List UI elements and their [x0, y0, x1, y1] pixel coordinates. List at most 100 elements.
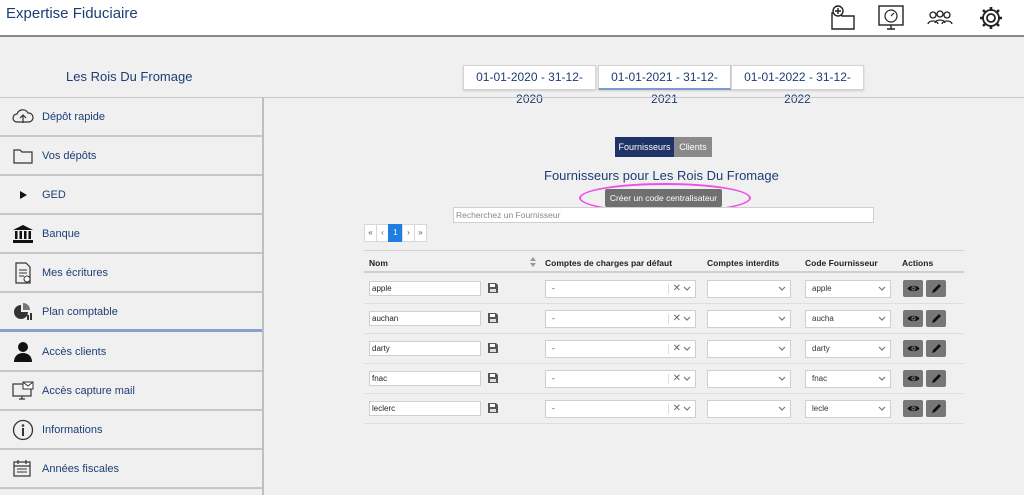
mail-capture-icon — [11, 380, 35, 402]
fiscal-year-2020[interactable]: 01-01-2020 - 31-12-2020 — [463, 65, 596, 106]
top-bar: Expertise Fiduciaire — [0, 0, 1024, 37]
pencil-icon — [931, 404, 941, 413]
col-header-forbidden-accounts: Comptes interdits — [707, 258, 780, 268]
view-button[interactable] — [903, 340, 923, 357]
col-header-supplier-code: Code Fournisseur — [805, 258, 878, 268]
supplier-name-input[interactable]: fnac — [369, 371, 481, 386]
save-icon[interactable] — [488, 403, 498, 413]
chevron-down-icon — [683, 316, 691, 321]
dashboard-icon[interactable] — [874, 2, 908, 34]
search-input[interactable] — [453, 207, 874, 223]
chevron-down-icon — [683, 376, 691, 381]
default-account-select[interactable]: - ✕ — [545, 370, 696, 388]
edit-button[interactable] — [926, 370, 946, 387]
forbidden-accounts-select[interactable] — [707, 370, 791, 388]
pencil-icon — [931, 314, 941, 323]
tab-fournisseurs[interactable]: Fournisseurs — [615, 137, 674, 157]
page-current-button[interactable]: 1 — [388, 224, 403, 242]
supplier-code-select[interactable]: apple — [805, 280, 891, 298]
fiscal-year-2022[interactable]: 01-01-2022 - 31-12-2022 — [731, 65, 864, 106]
supplier-code-value: apple — [812, 284, 832, 293]
chevron-down-icon — [878, 346, 886, 351]
forbidden-accounts-select[interactable] — [707, 340, 791, 358]
sidebar-item-acces-capture-mail[interactable]: Accès capture mail — [0, 372, 262, 411]
sidebar-item-banque[interactable]: Banque — [0, 215, 262, 254]
folder-add-icon[interactable] — [826, 2, 860, 34]
default-account-select[interactable]: - ✕ — [545, 280, 696, 298]
view-button[interactable] — [903, 370, 923, 387]
create-central-code-button[interactable]: Créer un code centralisateur — [605, 189, 722, 207]
sidebar-item-ged[interactable]: GED — [0, 176, 262, 215]
default-account-value: - — [552, 314, 555, 323]
clear-icon[interactable]: ✕ — [673, 341, 681, 357]
supplier-name-input[interactable]: leclerc — [369, 401, 481, 416]
save-icon[interactable] — [488, 373, 498, 383]
table-row: fnac - ✕ fnac — [364, 364, 964, 394]
calendar-icon — [11, 458, 35, 480]
clear-icon[interactable]: ✕ — [673, 371, 681, 387]
sidebar-item-label: Mes écritures — [42, 267, 109, 279]
sidebar-item-label: Accès clients — [42, 346, 107, 358]
supplier-code-value: darty — [812, 344, 830, 353]
view-button[interactable] — [903, 310, 923, 327]
default-account-select[interactable]: - ✕ — [545, 310, 696, 328]
page-title: Fournisseurs pour Les Rois Du Fromage — [544, 168, 779, 183]
supplier-name-input[interactable]: apple — [369, 281, 481, 296]
sidebar-item-label: Années fiscales — [42, 463, 120, 475]
document-icon — [11, 262, 35, 284]
sidebar-item-mes-ecritures[interactable]: Mes écritures — [0, 254, 262, 293]
info-icon — [11, 419, 35, 441]
supplier-name-input[interactable]: auchan — [369, 311, 481, 326]
clear-icon[interactable]: ✕ — [673, 281, 681, 297]
default-account-select[interactable]: - ✕ — [545, 400, 696, 418]
tab-clients[interactable]: Clients — [674, 137, 712, 157]
pencil-icon — [931, 344, 941, 353]
select-separator — [668, 344, 669, 354]
sidebar-item-label: Informations — [42, 424, 103, 436]
sidebar-item-acces-clients[interactable]: Accès clients — [0, 333, 262, 372]
supplier-code-value: lecle — [812, 404, 829, 413]
chevron-down-icon — [778, 346, 786, 351]
table-row: apple - ✕ apple — [364, 274, 964, 304]
cloud-upload-icon — [11, 106, 35, 128]
eye-icon — [907, 315, 919, 322]
users-icon[interactable] — [923, 2, 957, 34]
fiscal-year-2021[interactable]: 01-01-2021 - 31-12-2021 — [598, 65, 731, 106]
supplier-name-input[interactable]: darty — [369, 341, 481, 356]
page-last-button[interactable]: » — [414, 224, 427, 242]
chevron-down-icon — [878, 406, 886, 411]
sidebar-item-plan-comptable[interactable]: Plan comptable — [0, 293, 262, 332]
forbidden-accounts-select[interactable] — [707, 280, 791, 298]
sidebar-item-label: Plan comptable — [42, 306, 118, 318]
supplier-code-select[interactable]: lecle — [805, 400, 891, 418]
forbidden-accounts-select[interactable] — [707, 400, 791, 418]
sidebar-item-annees-fiscales[interactable]: Années fiscales — [0, 450, 262, 489]
col-header-name[interactable]: Nom — [369, 258, 388, 268]
default-account-select[interactable]: - ✕ — [545, 340, 696, 358]
save-icon[interactable] — [488, 313, 498, 323]
supplier-code-select[interactable]: aucha — [805, 310, 891, 328]
company-name: Les Rois Du Fromage — [66, 69, 193, 84]
sidebar-item-depot-rapide[interactable]: Dépôt rapide — [0, 98, 262, 137]
supplier-code-select[interactable]: fnac — [805, 370, 891, 388]
view-button[interactable] — [903, 280, 923, 297]
play-icon — [11, 184, 35, 206]
view-button[interactable] — [903, 400, 923, 417]
chevron-down-icon — [778, 316, 786, 321]
sidebar-item-vos-depots[interactable]: Vos dépôts — [0, 137, 262, 176]
gear-icon[interactable] — [974, 2, 1008, 34]
edit-button[interactable] — [926, 310, 946, 327]
edit-button[interactable] — [926, 400, 946, 417]
select-separator — [668, 374, 669, 384]
save-icon[interactable] — [488, 283, 498, 293]
edit-button[interactable] — [926, 340, 946, 357]
supplier-code-select[interactable]: darty — [805, 340, 891, 358]
forbidden-accounts-select[interactable] — [707, 310, 791, 328]
edit-button[interactable] — [926, 280, 946, 297]
clear-icon[interactable]: ✕ — [673, 401, 681, 417]
clear-icon[interactable]: ✕ — [673, 311, 681, 327]
sort-icon[interactable] — [529, 257, 537, 267]
sidebar-item-informations[interactable]: Informations — [0, 411, 262, 450]
chevron-down-icon — [778, 286, 786, 291]
save-icon[interactable] — [488, 343, 498, 353]
